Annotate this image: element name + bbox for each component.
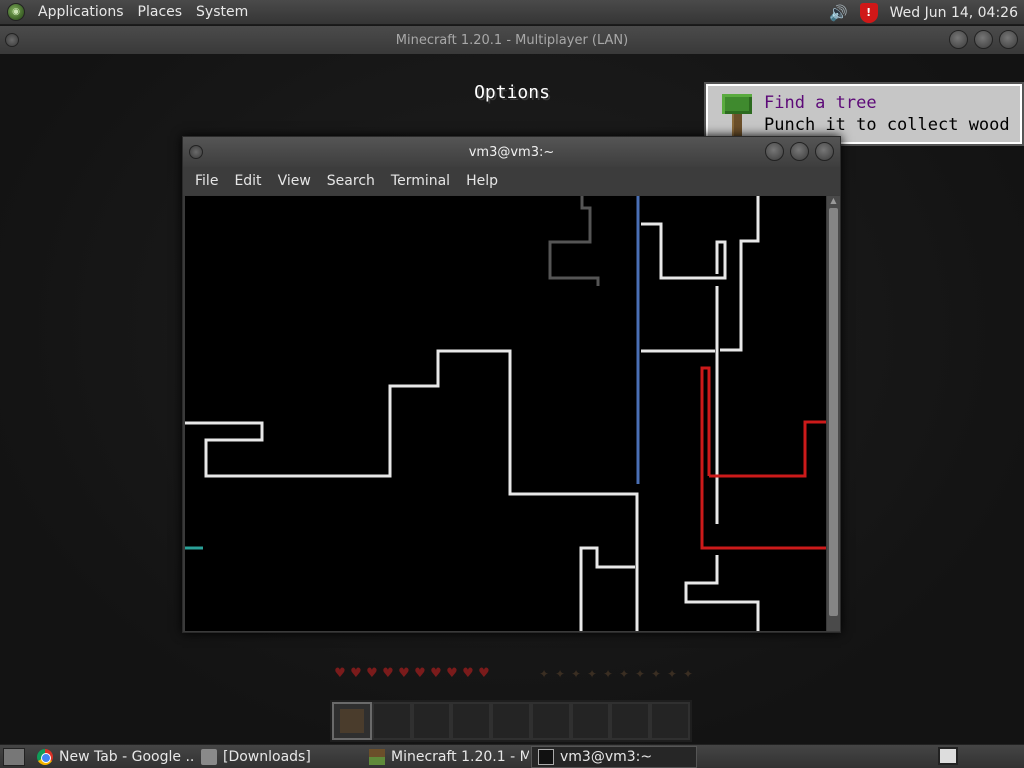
scrollbar-thumb[interactable] xyxy=(829,208,838,616)
terminal-titlebar[interactable]: vm3@vm3:~ xyxy=(183,137,840,167)
hunger-icon: ✦ xyxy=(554,667,566,681)
item-stack-icon xyxy=(340,709,364,733)
hunger-icon: ✦ xyxy=(634,667,646,681)
heart-icon: ♥ xyxy=(350,666,362,681)
white-path xyxy=(641,222,727,280)
workspace-switcher[interactable] xyxy=(938,747,958,765)
applications-menu[interactable]: Applications xyxy=(31,4,131,20)
white-path xyxy=(684,555,760,631)
places-menu[interactable]: Places xyxy=(131,4,190,20)
heart-icon: ♥ xyxy=(462,666,474,681)
hotbar[interactable] xyxy=(330,700,692,742)
toast-description: Punch it to collect wood xyxy=(764,115,1010,135)
bottom-taskbar: New Tab - Google ... [Downloads] Minecra… xyxy=(0,744,1024,768)
task-chrome[interactable]: New Tab - Google ... xyxy=(31,746,193,768)
hotbar-slot[interactable] xyxy=(650,702,691,740)
heart-icon: ♥ xyxy=(430,666,442,681)
task-label: Minecraft 1.20.1 - M... xyxy=(391,748,529,765)
hunger-icon: ✦ xyxy=(618,667,630,681)
heart-icon: ♥ xyxy=(414,666,426,681)
system-menu[interactable]: System xyxy=(189,4,255,20)
hotbar-slot[interactable] xyxy=(530,702,571,740)
menu-file[interactable]: File xyxy=(187,173,226,189)
heart-icon: ♥ xyxy=(478,666,490,681)
close-button[interactable] xyxy=(999,30,1018,49)
menu-view[interactable]: View xyxy=(270,173,319,189)
terminal-line-art xyxy=(185,196,826,631)
show-desktop-button[interactable] xyxy=(3,747,25,766)
security-shield-icon[interactable]: ! xyxy=(859,2,878,23)
chrome-icon xyxy=(37,748,53,765)
hotbar-slot[interactable] xyxy=(371,702,412,740)
minecraft-icon xyxy=(369,748,385,765)
hotbar-slot[interactable] xyxy=(332,702,372,740)
terminal-window: vm3@vm3:~ File Edit View Search Terminal… xyxy=(182,136,841,633)
hunger-icon: ✦ xyxy=(538,667,550,681)
health-bar: ♥ ♥ ♥ ♥ ♥ ♥ ♥ ♥ ♥ ♥ xyxy=(333,666,491,681)
clock[interactable]: Wed Jun 14, 04:26 xyxy=(890,5,1018,21)
terminal-icon xyxy=(538,748,554,765)
heart-icon: ♥ xyxy=(334,666,346,681)
terminal-output[interactable] xyxy=(185,196,826,631)
close-button[interactable] xyxy=(815,142,834,161)
hotbar-slot[interactable] xyxy=(451,702,492,740)
maximize-button[interactable] xyxy=(974,30,993,49)
terminal-window-title: vm3@vm3:~ xyxy=(468,144,555,160)
window-menu-button[interactable] xyxy=(5,33,19,47)
menu-search[interactable]: Search xyxy=(319,173,383,189)
minecraft-window-title: Minecraft 1.20.1 - Multiplayer (LAN) xyxy=(395,32,629,48)
white-path xyxy=(579,546,635,631)
folder-icon xyxy=(201,748,217,765)
minimize-button[interactable] xyxy=(765,142,784,161)
hunger-icon: ✦ xyxy=(570,667,582,681)
system-tray: 🔊 ! Wed Jun 14, 04:26 xyxy=(828,0,1024,25)
terminal-menubar: File Edit View Search Terminal Help xyxy=(183,167,840,195)
terminal-scrollbar[interactable]: ▲ xyxy=(827,196,840,631)
menu-edit[interactable]: Edit xyxy=(226,173,269,189)
task-label: [Downloads] xyxy=(223,748,311,765)
top-panel: ◉ Applications Places System 🔊 ! Wed Jun… xyxy=(0,0,1024,25)
heart-icon: ♥ xyxy=(366,666,378,681)
task-minecraft[interactable]: Minecraft 1.20.1 - M... xyxy=(363,746,529,768)
tree-icon xyxy=(722,94,752,136)
red-path xyxy=(700,366,826,550)
red-path xyxy=(709,420,826,478)
white-path xyxy=(185,349,639,631)
advancement-toast: Find a tree Punch it to collect wood xyxy=(704,82,1024,146)
hotbar-slot[interactable] xyxy=(411,702,452,740)
window-menu-button[interactable] xyxy=(189,145,203,159)
scroll-up-icon[interactable]: ▲ xyxy=(827,196,840,206)
hunger-icon: ✦ xyxy=(586,667,598,681)
hotbar-slot[interactable] xyxy=(491,702,531,740)
minimize-button[interactable] xyxy=(949,30,968,49)
menu-help[interactable]: Help xyxy=(458,173,506,189)
hunger-icon: ✦ xyxy=(682,667,694,681)
task-terminal[interactable]: vm3@vm3:~ xyxy=(531,745,697,768)
toast-title: Find a tree xyxy=(764,93,877,113)
hunger-icon: ✦ xyxy=(650,667,662,681)
hotbar-slot[interactable] xyxy=(570,702,611,740)
task-label: New Tab - Google ... xyxy=(59,748,193,765)
hunger-icon: ✦ xyxy=(666,667,678,681)
task-label: vm3@vm3:~ xyxy=(560,748,653,765)
task-downloads[interactable]: [Downloads] xyxy=(195,746,361,768)
maximize-button[interactable] xyxy=(790,142,809,161)
volume-icon[interactable]: 🔊 xyxy=(828,4,850,22)
heart-icon: ♥ xyxy=(446,666,458,681)
heart-icon: ♥ xyxy=(398,666,410,681)
minecraft-titlebar[interactable]: Minecraft 1.20.1 - Multiplayer (LAN) xyxy=(0,26,1024,54)
hunger-bar: ✦ ✦ ✦ ✦ ✦ ✦ ✦ ✦ ✦ ✦ xyxy=(537,668,695,680)
distro-logo-icon[interactable]: ◉ xyxy=(7,3,25,21)
hotbar-slot[interactable] xyxy=(610,702,651,740)
hunger-icon: ✦ xyxy=(602,667,614,681)
menu-terminal[interactable]: Terminal xyxy=(383,173,458,189)
gray-path xyxy=(548,196,600,286)
heart-icon: ♥ xyxy=(382,666,394,681)
